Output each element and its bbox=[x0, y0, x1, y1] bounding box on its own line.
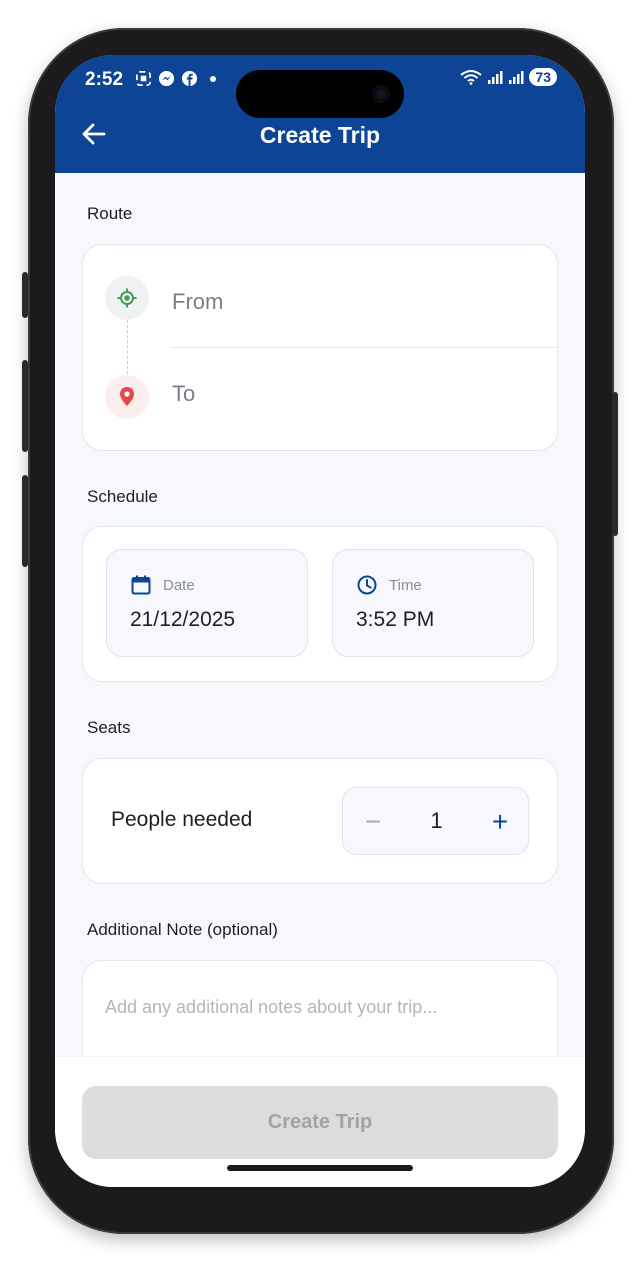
wifi-icon bbox=[460, 70, 483, 85]
create-trip-button[interactable]: Create Trip bbox=[82, 1086, 558, 1159]
screenshot-icon bbox=[136, 71, 151, 86]
seat-stepper: − 1 + bbox=[342, 787, 529, 855]
volume-down-button bbox=[22, 475, 28, 567]
seat-count: 1 bbox=[430, 808, 443, 833]
route-section-label: Route bbox=[87, 204, 133, 223]
messenger-icon bbox=[158, 70, 175, 87]
schedule-section-label: Schedule bbox=[87, 487, 158, 506]
people-needed-label: People needed bbox=[111, 808, 253, 831]
signal-icon-2 bbox=[509, 71, 524, 84]
app-screen: 2:52 73 Create Trip Route From To Schedu… bbox=[55, 55, 585, 1187]
clock-icon bbox=[357, 575, 377, 595]
volume-up-button bbox=[22, 360, 28, 452]
dynamic-island bbox=[236, 70, 404, 118]
from-marker bbox=[105, 276, 149, 320]
decrement-button[interactable]: − bbox=[343, 788, 403, 856]
to-input[interactable]: To bbox=[172, 381, 195, 407]
more-notifications-dot bbox=[210, 75, 216, 82]
schedule-card: Date 21/12/2025 Time 3:52 PM bbox=[82, 526, 558, 682]
status-time: 2:52 bbox=[85, 69, 124, 90]
date-picker[interactable]: Date 21/12/2025 bbox=[106, 549, 308, 657]
page-title: Create Trip bbox=[259, 122, 381, 148]
increment-button[interactable]: + bbox=[470, 788, 530, 856]
seats-section-label: Seats bbox=[87, 718, 131, 737]
home-indicator[interactable] bbox=[227, 1165, 413, 1171]
to-marker bbox=[105, 375, 149, 419]
date-value: 21/12/2025 bbox=[130, 608, 236, 631]
time-label: Time bbox=[389, 577, 422, 594]
gps-target-icon bbox=[117, 288, 137, 308]
signal-icon-1 bbox=[488, 71, 503, 84]
calendar-icon bbox=[131, 575, 151, 595]
action-button bbox=[22, 272, 28, 318]
route-divider bbox=[172, 347, 558, 348]
seats-card: People needed − 1 + bbox=[82, 758, 558, 884]
route-card: From To bbox=[82, 244, 558, 451]
route-connector-line bbox=[127, 320, 128, 374]
location-pin-icon bbox=[120, 387, 134, 406]
power-button bbox=[612, 392, 618, 536]
facebook-icon bbox=[181, 70, 198, 87]
app-header: 2:52 73 Create Trip bbox=[55, 55, 585, 173]
time-value: 3:52 PM bbox=[356, 608, 435, 631]
status-indicators: 73 bbox=[460, 68, 557, 86]
front-camera bbox=[372, 85, 390, 103]
time-picker[interactable]: Time 3:52 PM bbox=[332, 549, 534, 657]
from-input[interactable]: From bbox=[172, 289, 223, 315]
note-section-label: Additional Note (optional) bbox=[87, 920, 278, 939]
notification-icons bbox=[135, 70, 216, 87]
battery-level: 73 bbox=[529, 68, 557, 86]
date-label: Date bbox=[163, 577, 195, 594]
note-placeholder: Add any additional notes about your trip… bbox=[105, 997, 438, 1017]
